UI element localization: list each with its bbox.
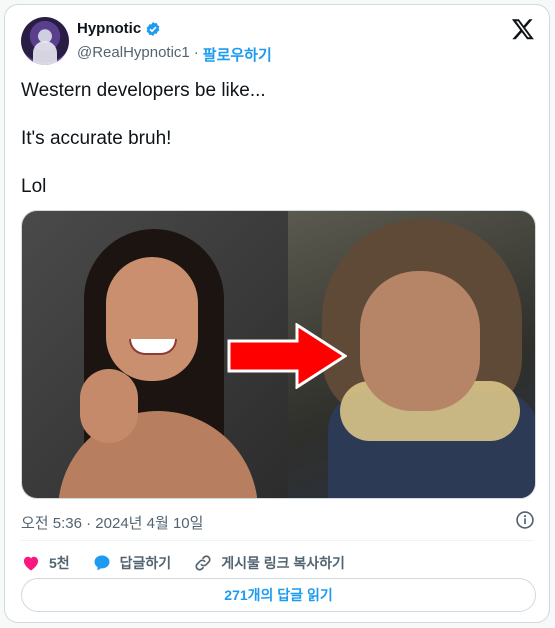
author-name[interactable]: Hypnotic	[77, 20, 141, 37]
verified-badge-icon	[146, 21, 160, 36]
tweet-media-image[interactable]	[21, 210, 536, 499]
follow-button[interactable]: 팔로우하기	[203, 44, 272, 65]
copy-link-button[interactable]: 게시물 링크 복사하기	[193, 553, 345, 573]
like-count: 5천	[49, 555, 70, 571]
read-replies-button[interactable]: 271개의 답글 읽기	[21, 578, 536, 612]
tweet-text: Western developers be like... It's accur…	[21, 79, 531, 223]
x-logo-icon[interactable]	[511, 17, 535, 41]
author-avatar[interactable]	[21, 17, 69, 65]
author-name-row[interactable]: Hypnotic	[77, 20, 161, 37]
tweet-line-1: Western developers be like...	[21, 80, 266, 101]
action-bar: 5천 답글하기 게시물 링크 복사하기	[21, 551, 367, 575]
tweet-line-3: Lol	[21, 176, 47, 197]
reply-label: 답글하기	[119, 555, 172, 571]
divider	[21, 540, 533, 541]
author-handle-row: @RealHypnotic1 · 팔로우하기	[77, 44, 272, 65]
heart-icon	[23, 556, 39, 571]
reply-bubble-icon	[94, 555, 110, 571]
tweet-timestamp[interactable]: 오전 5:36 · 2024년 4월 10일	[21, 512, 203, 533]
red-arrow-icon	[227, 323, 347, 389]
tweet-line-2: It's accurate bruh!	[21, 128, 172, 149]
info-icon[interactable]	[515, 510, 535, 530]
like-button[interactable]: 5천	[21, 553, 70, 573]
reply-button[interactable]: 답글하기	[92, 553, 172, 573]
author-handle[interactable]: @RealHypnotic1	[77, 44, 190, 65]
copy-link-label: 게시물 링크 복사하기	[221, 555, 345, 571]
tweet-card: Hypnotic @RealHypnotic1 · 팔로우하기 Western …	[4, 4, 550, 623]
link-icon	[195, 555, 211, 571]
separator-dot: ·	[193, 44, 199, 61]
